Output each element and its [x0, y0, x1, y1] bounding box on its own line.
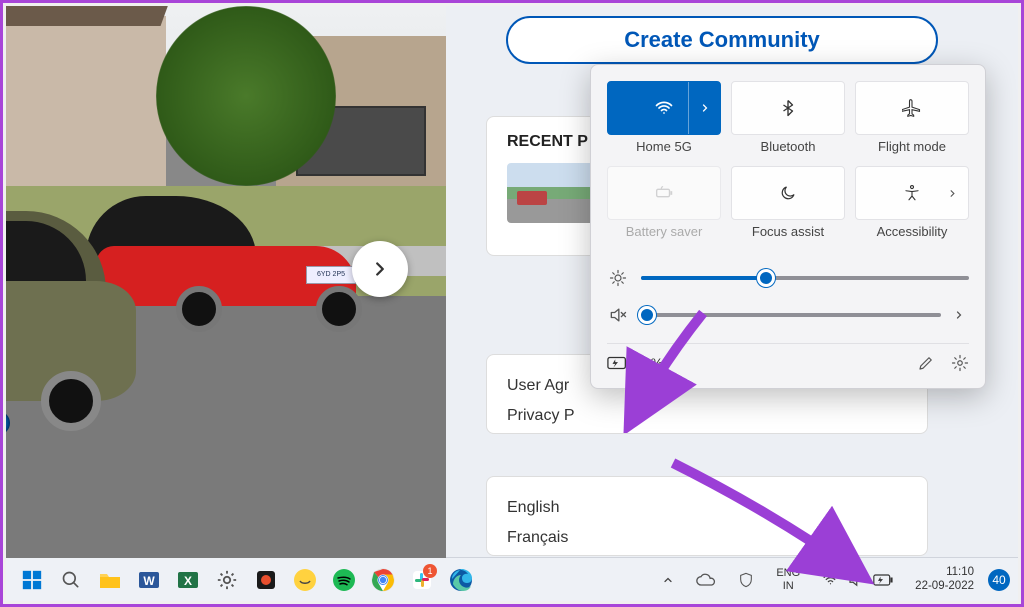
pencil-icon [917, 354, 935, 372]
focus-assist-label: Focus assist [731, 224, 845, 239]
system-tray-button[interactable] [814, 567, 901, 593]
chevron-up-icon [662, 574, 674, 586]
all-settings-button[interactable] [951, 354, 969, 372]
accessibility-icon [903, 184, 921, 202]
svg-text:X: X [184, 574, 192, 588]
bluetooth-label: Bluetooth [731, 139, 845, 154]
gear-icon [216, 569, 238, 591]
brightness-slider[interactable] [641, 276, 969, 280]
taskbar: W X 1 [6, 557, 1018, 601]
onedrive-tray-icon[interactable] [688, 569, 724, 591]
word-icon: W [137, 568, 161, 592]
airplane-icon [902, 98, 922, 118]
battery-percent: 95% [635, 355, 663, 371]
wifi-tile[interactable] [607, 81, 721, 135]
chevron-right-icon [953, 309, 965, 321]
chevron-right-icon [699, 102, 711, 114]
windows-icon [21, 569, 43, 591]
moon-icon [779, 184, 797, 202]
volume-slider[interactable] [641, 313, 941, 317]
excel-button[interactable]: X [170, 562, 206, 598]
focus-assist-tile[interactable] [731, 166, 845, 220]
clock-date: 22-09-2022 [915, 580, 974, 594]
spotify-icon [332, 568, 356, 592]
language-links-card: English Français [486, 476, 928, 556]
clock-time: 11:10 [915, 566, 974, 580]
quick-settings-panel: Home 5G Bluetooth Flight mode [590, 64, 986, 389]
post-thumbnail[interactable] [507, 163, 597, 223]
flight-mode-tile[interactable] [855, 81, 969, 135]
privacy-policy-link[interactable]: Privacy P [507, 401, 907, 431]
clock-button[interactable]: 11:10 22-09-2022 [907, 562, 982, 598]
bluetooth-tile[interactable] [731, 81, 845, 135]
lang-line2: IN [776, 580, 800, 592]
slack-button[interactable]: 1 [404, 562, 440, 598]
create-community-button[interactable]: Create Community [506, 16, 938, 64]
bluetooth-icon [779, 99, 797, 117]
gear-icon [951, 354, 969, 372]
photo-carousel: 6YD 2P5 [6, 6, 446, 558]
wifi-label: Home 5G [607, 139, 721, 154]
wifi-icon [822, 571, 839, 588]
cloud-icon [696, 573, 716, 587]
app-dark-button[interactable] [248, 562, 284, 598]
battery-saver-icon [653, 182, 675, 204]
search-button[interactable] [53, 562, 89, 598]
battery-status[interactable]: 95% [607, 355, 663, 371]
edit-quick-settings-button[interactable] [917, 354, 935, 372]
language-button[interactable]: ENG IN [768, 563, 808, 595]
wifi-icon [654, 98, 674, 118]
battery-saver-tile [607, 166, 721, 220]
app-yellow-button[interactable] [287, 562, 323, 598]
chrome-icon [371, 568, 395, 592]
slack-badge: 1 [423, 564, 437, 578]
settings-button[interactable] [209, 562, 245, 598]
carousel-next-button[interactable] [352, 241, 408, 297]
security-tray-icon[interactable] [730, 567, 762, 593]
volume-muted-icon[interactable] [607, 305, 629, 325]
circle-icon [293, 568, 317, 592]
shield-icon [738, 571, 754, 589]
file-explorer-button[interactable] [92, 562, 128, 598]
brightness-icon [607, 269, 629, 287]
volume-muted-icon [847, 571, 865, 589]
word-button[interactable]: W [131, 562, 167, 598]
tray-overflow-button[interactable] [654, 570, 682, 590]
lang-line1: ENG [776, 567, 800, 579]
spotify-button[interactable] [326, 562, 362, 598]
chrome-button[interactable] [365, 562, 401, 598]
search-icon [61, 570, 81, 590]
accessibility-label: Accessibility [855, 224, 969, 239]
wifi-expand-button[interactable] [688, 82, 720, 134]
chevron-right-icon [369, 258, 391, 280]
edge-button[interactable] [443, 562, 479, 598]
battery-charging-icon [607, 355, 629, 371]
battery-saver-label: Battery saver [607, 224, 721, 239]
edge-icon [449, 568, 473, 592]
svg-text:W: W [143, 574, 155, 588]
brightness-slider-row [607, 269, 969, 287]
volume-slider-row [607, 305, 969, 325]
excel-icon: X [176, 568, 200, 592]
battery-charging-icon [873, 573, 893, 587]
chevron-right-icon [947, 188, 958, 199]
accessibility-expand-button[interactable] [936, 167, 968, 219]
lang-english-link[interactable]: English [507, 493, 907, 523]
notification-count-badge[interactable]: 40 [988, 569, 1010, 591]
flight-label: Flight mode [855, 139, 969, 154]
start-button[interactable] [14, 562, 50, 598]
folder-icon [98, 570, 122, 590]
page-content: Create Community RECENT P User Agr Priva… [446, 6, 1018, 558]
lang-francais-link[interactable]: Français [507, 523, 907, 553]
accessibility-tile[interactable] [855, 166, 969, 220]
square-icon [254, 568, 278, 592]
volume-output-button[interactable] [953, 309, 969, 321]
